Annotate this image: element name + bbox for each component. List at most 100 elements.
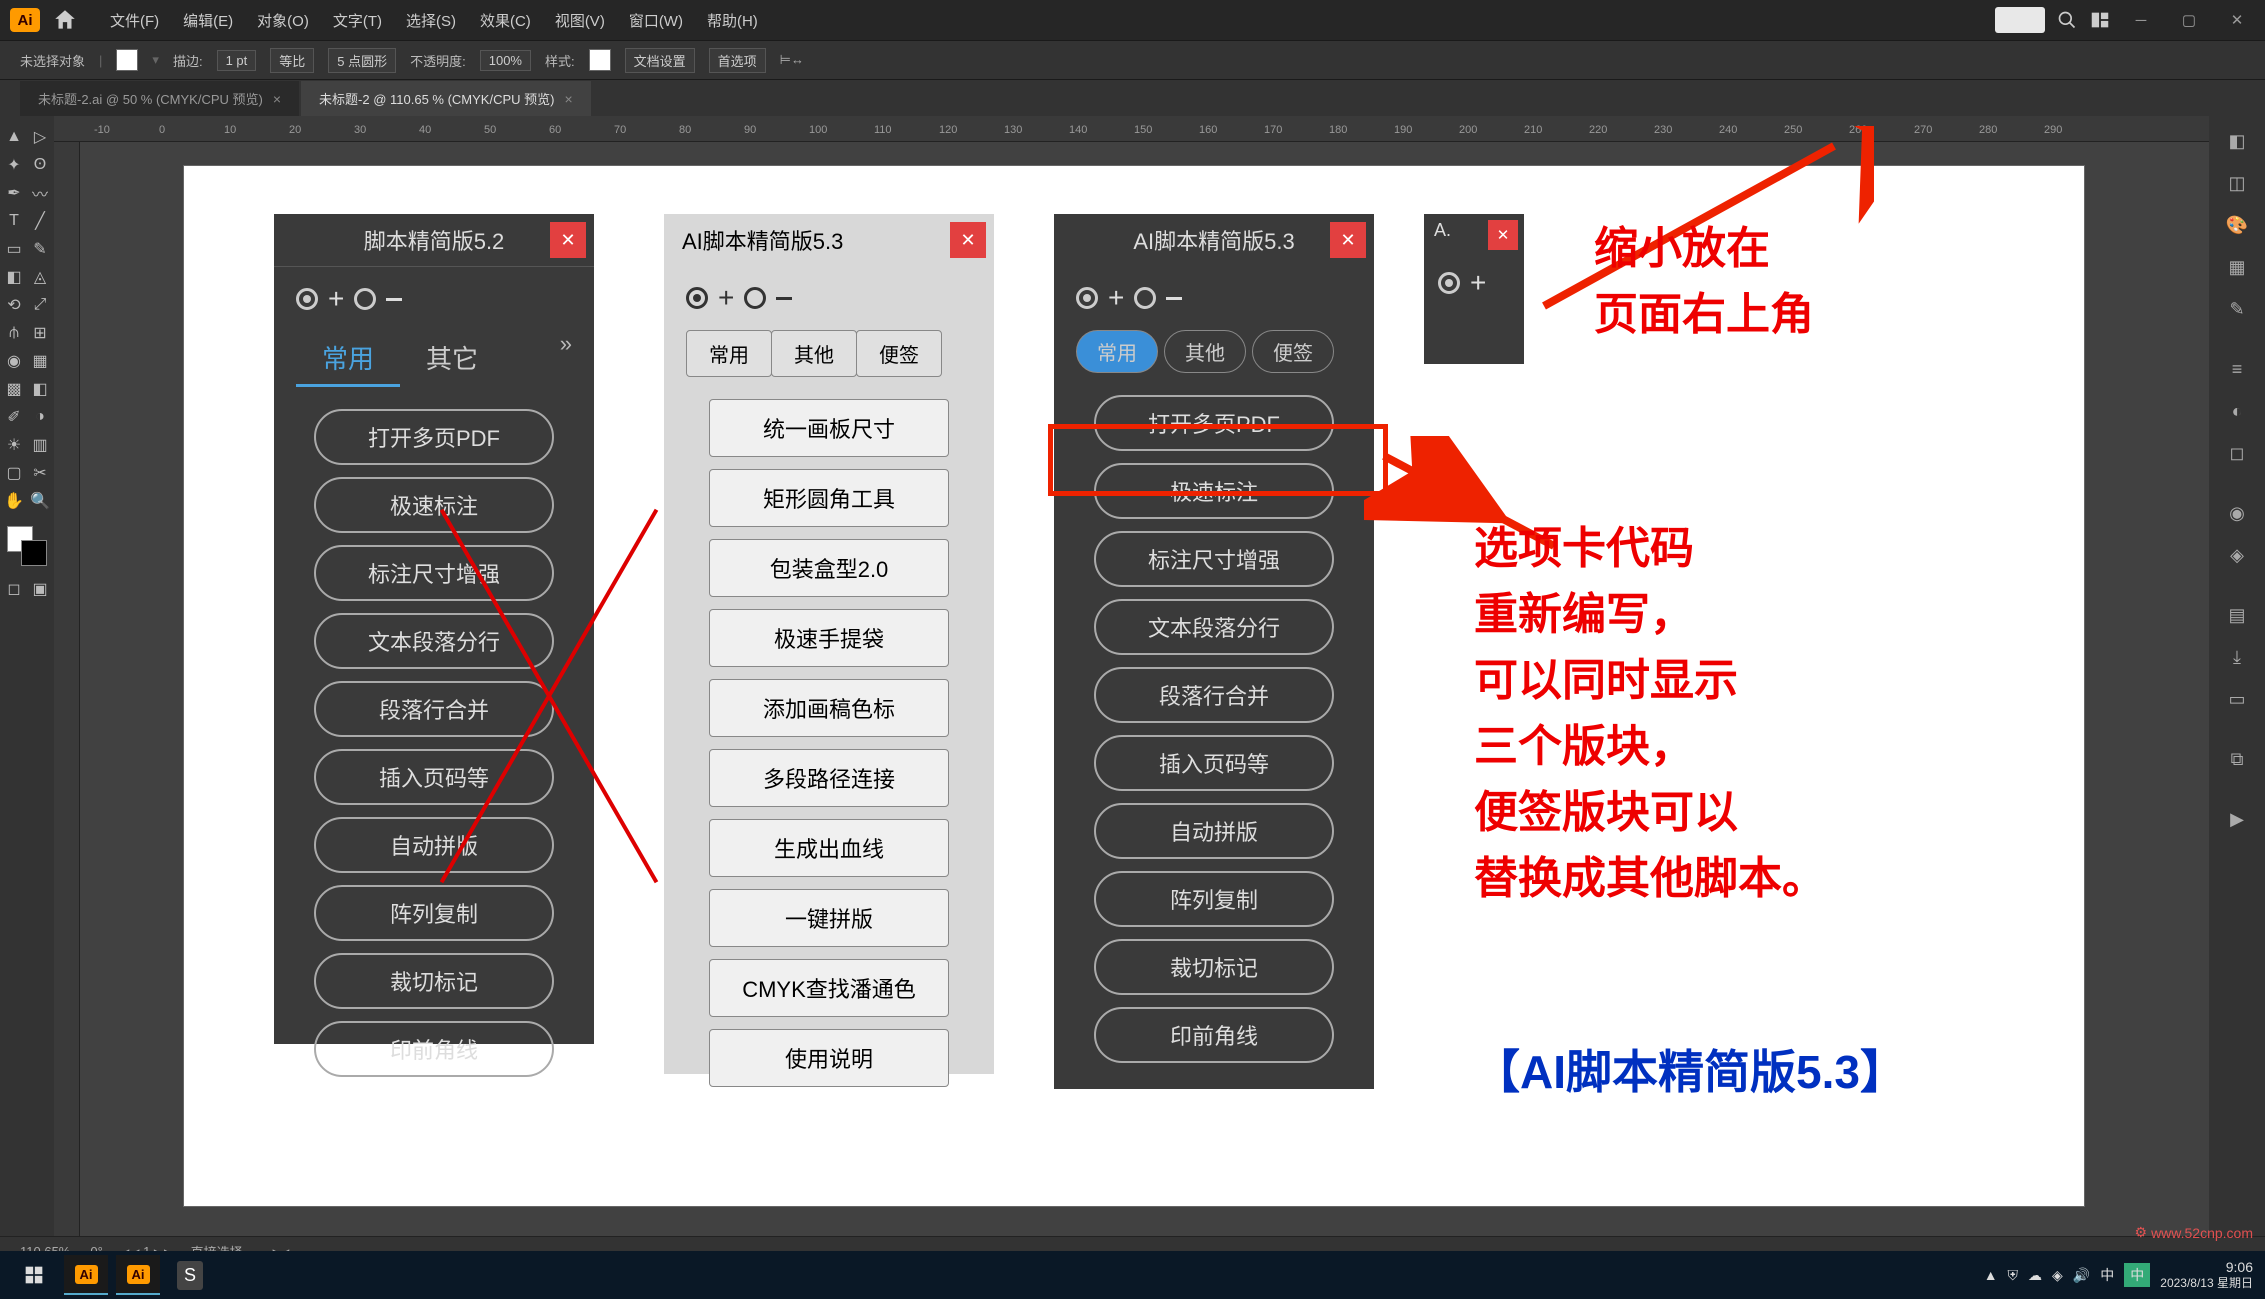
script-button[interactable]: 阵列复制 xyxy=(314,885,554,941)
doc-tab-1[interactable]: 未标题-2.ai @ 50 % (CMYK/CPU 预览)× xyxy=(20,81,299,116)
shaper-tool[interactable]: ◧ xyxy=(1,264,27,290)
type-tool[interactable]: T xyxy=(1,208,27,234)
close-button[interactable]: ✕ xyxy=(950,222,986,258)
plus-icon[interactable]: + xyxy=(1108,282,1124,314)
script-button[interactable]: 极速标注 xyxy=(314,477,554,533)
swatches-icon[interactable]: ▦ xyxy=(2220,250,2254,284)
tab-notes[interactable]: 便签 xyxy=(856,330,942,377)
script-button[interactable]: 阵列复制 xyxy=(1094,871,1334,927)
menu-view[interactable]: 视图(V) xyxy=(543,10,617,31)
close-button[interactable]: ✕ xyxy=(550,222,586,258)
script-button[interactable]: 添加画稿色标 xyxy=(709,679,949,737)
minus-icon[interactable] xyxy=(1166,297,1182,300)
brush-def[interactable]: 5 点圆形 xyxy=(328,48,396,73)
hand-tool[interactable]: ✋ xyxy=(1,488,27,514)
canvas[interactable]: -100102030405060708090100110120130140150… xyxy=(54,116,2209,1236)
search-icon[interactable] xyxy=(2057,10,2077,30)
menu-help[interactable]: 帮助(H) xyxy=(695,10,770,31)
brushes-icon[interactable]: ✎ xyxy=(2220,292,2254,326)
menu-object[interactable]: 对象(O) xyxy=(245,10,321,31)
script-button[interactable]: 包装盒型2.0 xyxy=(709,539,949,597)
direct-select-tool[interactable]: ▷ xyxy=(27,124,53,150)
close-icon[interactable]: × xyxy=(273,91,281,107)
script-button[interactable]: 标注尺寸增强 xyxy=(314,545,554,601)
doc-tab-2[interactable]: 未标题-2 @ 110.65 % (CMYK/CPU 预览)× xyxy=(301,81,591,116)
width-tool[interactable]: ⫛ xyxy=(1,320,27,346)
window-minimize[interactable]: ─ xyxy=(2123,6,2159,34)
document-setup[interactable]: 文档设置 xyxy=(625,48,695,73)
selection-tool[interactable]: ▲ xyxy=(1,124,27,150)
zoom-tool[interactable]: 🔍 xyxy=(27,488,53,514)
menu-type[interactable]: 文字(T) xyxy=(321,10,394,31)
gradient-icon[interactable]: ◐ xyxy=(2220,394,2254,428)
blend-tool[interactable]: ◑ xyxy=(27,404,53,430)
taskbar-app-ai-1[interactable]: Ai xyxy=(64,1255,108,1295)
script-button[interactable]: 多段路径连接 xyxy=(709,749,949,807)
window-close[interactable]: ✕ xyxy=(2219,6,2255,34)
script-button[interactable]: 统一画板尺寸 xyxy=(709,399,949,457)
script-button[interactable]: 裁切标记 xyxy=(314,953,554,1009)
pen-tool[interactable]: ✒ xyxy=(1,180,27,206)
style-swatch[interactable] xyxy=(589,49,611,71)
radio-off[interactable] xyxy=(744,287,766,309)
rectangle-tool[interactable]: ▭ xyxy=(1,236,27,262)
artboard-tool[interactable]: ▢ xyxy=(1,460,27,486)
transparency-icon[interactable]: ◻ xyxy=(2220,436,2254,470)
taskbar-app-ai-2[interactable]: Ai xyxy=(116,1255,160,1295)
radio-on[interactable] xyxy=(1438,272,1460,294)
tab-common[interactable]: 常用 xyxy=(296,331,400,387)
radio-on[interactable] xyxy=(686,287,708,309)
properties-icon[interactable]: ◧ xyxy=(2220,124,2254,158)
tab-common[interactable]: 常用 xyxy=(686,330,772,377)
menu-edit[interactable]: 编辑(E) xyxy=(171,10,245,31)
tray-icon[interactable]: ▲ xyxy=(1984,1267,1998,1283)
symbol-tool[interactable]: ☀ xyxy=(1,432,27,458)
clock-time[interactable]: 9:06 xyxy=(2160,1259,2253,1276)
workspace-switcher-icon[interactable] xyxy=(2089,9,2111,31)
screen-mode[interactable]: ▣ xyxy=(27,576,53,602)
mesh-tool[interactable]: ▩ xyxy=(1,376,27,402)
line-tool[interactable]: ╱ xyxy=(27,208,53,234)
script-button[interactable]: CMYK查找潘通色 xyxy=(709,959,949,1017)
asset-export-icon[interactable]: ⤓ xyxy=(2220,640,2254,674)
script-button[interactable]: 印前角线 xyxy=(314,1021,554,1077)
minus-icon[interactable] xyxy=(386,298,402,301)
tray-lang[interactable]: 中 xyxy=(2124,1263,2150,1287)
window-maximize[interactable]: ▢ xyxy=(2171,6,2207,34)
tray-icon[interactable]: ◈ xyxy=(2052,1267,2063,1284)
tab-other[interactable]: 其他 xyxy=(1164,330,1246,373)
script-button[interactable]: 标注尺寸增强 xyxy=(1094,531,1334,587)
stroke-icon[interactable]: ≡ xyxy=(2220,352,2254,386)
radio-off[interactable] xyxy=(354,288,376,310)
stroke-weight[interactable]: 1 pt xyxy=(217,50,257,71)
rotate-tool[interactable]: ⟲ xyxy=(1,292,27,318)
fill-swatch[interactable] xyxy=(116,49,138,71)
align-icon[interactable]: ⊨↔ xyxy=(780,52,804,68)
tab-common[interactable]: 常用 xyxy=(1076,330,1158,373)
tray-ime[interactable]: 中 xyxy=(2100,1265,2114,1285)
fill-stroke-swatch[interactable] xyxy=(7,526,47,566)
lasso-tool[interactable]: ʘ xyxy=(27,152,53,178)
clock-date[interactable]: 2023/8/13 星期日 xyxy=(2160,1276,2253,1290)
scale-tool[interactable]: ⤢ xyxy=(27,292,53,318)
tab-other[interactable]: 其它 xyxy=(400,331,504,387)
artboards-icon[interactable]: ▭ xyxy=(2220,682,2254,716)
perspective-tool[interactable]: ▦ xyxy=(27,348,53,374)
draw-mode[interactable]: ◻ xyxy=(1,576,27,602)
close-button[interactable]: ✕ xyxy=(1330,222,1366,258)
libraries-icon[interactable]: ◫ xyxy=(2220,166,2254,200)
graphic-styles-icon[interactable]: ◈ xyxy=(2220,538,2254,572)
script-button[interactable]: 矩形圆角工具 xyxy=(709,469,949,527)
plus-icon[interactable]: + xyxy=(1470,267,1486,299)
brush-tool[interactable]: ✎ xyxy=(27,236,53,262)
start-button[interactable] xyxy=(12,1255,56,1295)
menu-effect[interactable]: 效果(C) xyxy=(468,10,543,31)
graph-tool[interactable]: ▥ xyxy=(27,432,53,458)
links-icon[interactable]: ⧉ xyxy=(2220,742,2254,776)
script-button[interactable]: 文本段落分行 xyxy=(1094,599,1334,655)
close-button[interactable]: ✕ xyxy=(1488,220,1518,250)
radio-on[interactable] xyxy=(296,288,318,310)
script-button[interactable]: 印前角线 xyxy=(1094,1007,1334,1063)
magic-wand-tool[interactable]: ✦ xyxy=(1,152,27,178)
shape-builder-tool[interactable]: ◉ xyxy=(1,348,27,374)
